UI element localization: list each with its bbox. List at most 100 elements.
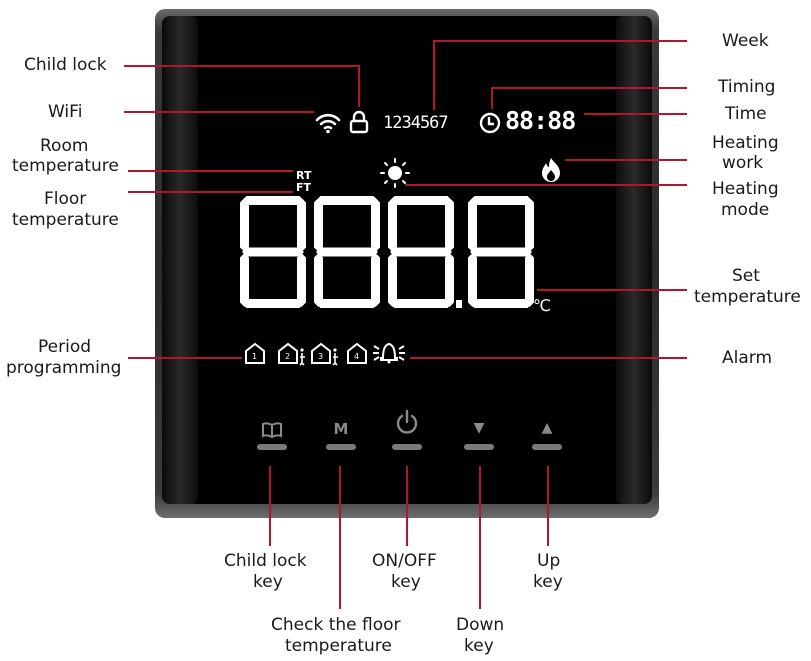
child-lock-key[interactable] bbox=[252, 418, 292, 458]
segment-a bbox=[316, 196, 378, 205]
leader-set-temp bbox=[537, 289, 687, 291]
leader-week-v bbox=[433, 40, 435, 110]
main-temperature-display bbox=[240, 196, 534, 308]
label-room-temp-1: Room bbox=[40, 136, 89, 156]
child-lock-key-bar bbox=[257, 444, 287, 450]
label-heating-work-1: Heating bbox=[712, 133, 779, 153]
leader-down bbox=[479, 466, 481, 609]
segment-b bbox=[525, 198, 534, 252]
label-timing: Timing bbox=[718, 77, 776, 97]
up-arrow-icon: ▲ bbox=[541, 420, 553, 436]
label-time: Time bbox=[725, 104, 767, 124]
down-key[interactable]: ▼ bbox=[459, 418, 499, 458]
leader-child-lock-key bbox=[269, 466, 271, 546]
leader-check-floor bbox=[339, 466, 341, 609]
segment-b bbox=[297, 198, 306, 252]
segment-b bbox=[445, 198, 454, 252]
segment-c bbox=[445, 253, 454, 307]
week-digits: 1234567 bbox=[383, 113, 449, 133]
segment-g bbox=[390, 247, 452, 257]
segment-g bbox=[316, 247, 378, 257]
label-child-lock: Child lock bbox=[24, 55, 107, 75]
segment-g bbox=[242, 247, 304, 257]
period-number: 1 bbox=[252, 352, 257, 361]
down-key-bar bbox=[464, 444, 494, 450]
mode-key-glyph: M bbox=[333, 420, 349, 438]
up-key-bar bbox=[532, 444, 562, 450]
label-room-temp-2: temperature bbox=[12, 156, 119, 176]
segment-g bbox=[470, 247, 532, 257]
segment-a bbox=[242, 196, 304, 205]
label-period-2: programming bbox=[6, 358, 122, 378]
down-arrow-icon: ▼ bbox=[473, 420, 485, 436]
label-period-1: Period bbox=[38, 337, 92, 357]
person-icon bbox=[299, 353, 305, 366]
label-heating-mode-2: mode bbox=[721, 200, 770, 220]
leader-timing-v bbox=[491, 87, 493, 109]
segment-b bbox=[371, 198, 380, 252]
label-floor-temp-2: temperature bbox=[12, 210, 119, 230]
up-key[interactable]: ▲ bbox=[527, 418, 567, 458]
person-head bbox=[333, 348, 337, 352]
label-child-lock-key-1: Child lock bbox=[224, 551, 307, 571]
segment-f bbox=[314, 198, 323, 252]
segment-e bbox=[240, 253, 249, 307]
segment-f bbox=[388, 198, 397, 252]
celsius-unit: ℃ bbox=[533, 296, 551, 315]
screen-right-bevel bbox=[616, 16, 652, 504]
label-floor-temp-1: Floor bbox=[44, 189, 87, 209]
alarm-bell-icon bbox=[373, 342, 405, 364]
label-down-1: Down bbox=[456, 615, 505, 635]
label-heating-mode-1: Heating bbox=[712, 179, 779, 199]
leader-timing bbox=[491, 87, 687, 89]
mode-key-bar bbox=[326, 444, 356, 450]
leader-room-temp bbox=[128, 170, 293, 172]
label-up-2: key bbox=[533, 572, 563, 592]
period-number: 4 bbox=[354, 352, 359, 361]
lock-icon bbox=[349, 110, 369, 134]
leader-child-lock-v bbox=[358, 65, 360, 107]
leader-up bbox=[547, 466, 549, 546]
segment-e bbox=[468, 253, 477, 307]
period-number: 2 bbox=[285, 352, 290, 361]
segment-c bbox=[297, 253, 306, 307]
person-head bbox=[300, 348, 304, 352]
segment-a bbox=[470, 196, 532, 205]
label-onoff-2: key bbox=[391, 572, 421, 592]
label-down-2: key bbox=[464, 636, 494, 656]
wifi-icon bbox=[315, 113, 341, 134]
leader-heating-mode bbox=[405, 184, 687, 186]
leader-time bbox=[584, 113, 687, 115]
label-check-floor-1: Check the floor bbox=[271, 615, 401, 635]
power-key-bar bbox=[392, 444, 422, 450]
mode-key[interactable]: M bbox=[321, 418, 361, 458]
leader-alarm bbox=[410, 357, 687, 359]
leader-floor-temp bbox=[128, 191, 293, 193]
label-week: Week bbox=[722, 31, 769, 51]
segment-a bbox=[390, 196, 452, 205]
segment-f bbox=[240, 198, 249, 252]
segment-d bbox=[470, 299, 532, 308]
label-heating-work-2: work bbox=[722, 153, 764, 173]
segment-e bbox=[388, 253, 397, 307]
label-onoff-1: ON/OFF bbox=[372, 551, 437, 571]
leader-onoff bbox=[406, 466, 408, 546]
person-icon bbox=[332, 353, 338, 366]
leader-period bbox=[128, 357, 242, 359]
label-set-temp-1: Set bbox=[732, 266, 760, 286]
label-child-lock-key-2: key bbox=[253, 572, 283, 592]
power-key[interactable] bbox=[387, 408, 427, 458]
label-set-temp-2: temperature bbox=[694, 287, 801, 307]
label-wifi: WiFi bbox=[48, 102, 83, 122]
segment-d bbox=[316, 299, 378, 308]
leader-heating-work bbox=[565, 159, 687, 161]
label-alarm: Alarm bbox=[722, 348, 773, 368]
flame-icon bbox=[542, 158, 560, 182]
power-icon bbox=[396, 409, 418, 434]
leader-wifi bbox=[124, 111, 314, 113]
segment-d bbox=[242, 299, 304, 308]
segment-c bbox=[371, 253, 380, 307]
book-icon bbox=[262, 422, 282, 439]
screen-left-bevel bbox=[162, 16, 198, 504]
leader-child-lock bbox=[124, 65, 359, 67]
